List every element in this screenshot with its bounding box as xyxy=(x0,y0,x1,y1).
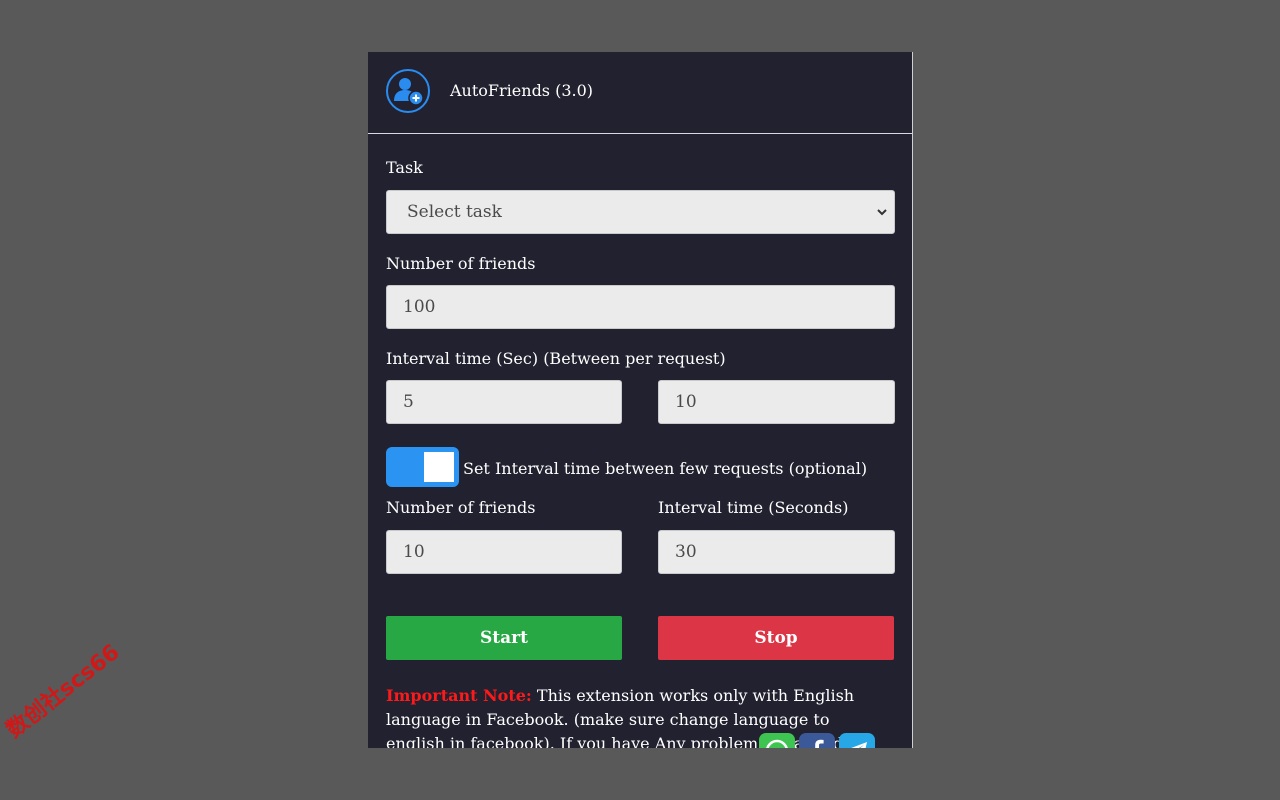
batch-friends-label: Number of friends xyxy=(386,498,535,517)
telegram-icon[interactable] xyxy=(839,733,875,748)
task-select[interactable]: Select task xyxy=(386,190,895,234)
watermark-text: 数创社scs66 xyxy=(0,635,125,744)
batch-interval-toggle[interactable] xyxy=(386,447,459,487)
task-label: Task xyxy=(386,158,423,177)
interval-label: Interval time (Sec) (Between per request… xyxy=(386,349,726,368)
interval-max-input[interactable]: 10 xyxy=(658,380,895,424)
toggle-knob xyxy=(424,452,454,482)
friends-count-input[interactable]: 100 xyxy=(386,285,895,329)
interval-min-input[interactable]: 5 xyxy=(386,380,622,424)
stop-button[interactable]: Stop xyxy=(658,616,894,660)
batch-friends-input[interactable]: 10 xyxy=(386,530,622,574)
chevron-down-icon xyxy=(876,206,888,218)
start-button[interactable]: Start xyxy=(386,616,622,660)
whatsapp-icon[interactable] xyxy=(759,733,795,748)
task-select-value: Select task xyxy=(407,202,502,222)
add-friend-icon xyxy=(386,69,430,113)
app-title: AutoFriends (3.0) xyxy=(450,81,593,100)
facebook-icon[interactable] xyxy=(799,733,835,748)
batch-interval-input[interactable]: 30 xyxy=(658,530,895,574)
friends-label: Number of friends xyxy=(386,254,535,273)
extension-popup: AutoFriends (3.0) Task Select task Numbe… xyxy=(368,52,913,748)
note-prefix: Important Note: xyxy=(386,686,532,705)
toggle-label: Set Interval time between few requests (… xyxy=(463,459,867,478)
batch-interval-label: Interval time (Seconds) xyxy=(658,498,849,517)
popup-header: AutoFriends (3.0) xyxy=(368,52,912,134)
